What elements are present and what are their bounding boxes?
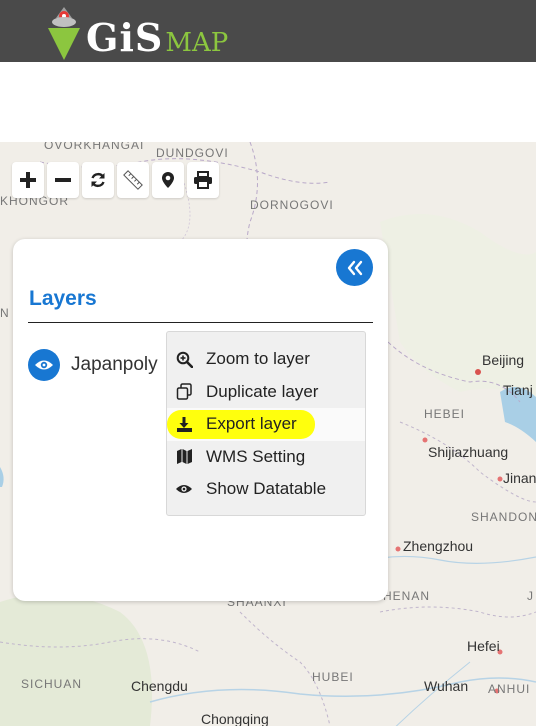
- menu-item-export-layer[interactable]: Export layer: [167, 408, 365, 441]
- menu-item-zoom-to-layer[interactable]: Zoom to layer: [167, 343, 365, 376]
- app-logo[interactable]: GiS MAP: [44, 0, 228, 62]
- menu-item-label: WMS Setting: [206, 446, 306, 466]
- eye-icon: [35, 360, 53, 370]
- layer-name[interactable]: Japanpoly: [71, 354, 158, 376]
- menu-item-duplicate-layer[interactable]: Duplicate layer: [167, 376, 365, 409]
- zoom-out-button[interactable]: [47, 162, 79, 198]
- map-label-shandong: SHANDON: [471, 510, 536, 524]
- refresh-button[interactable]: [82, 162, 114, 198]
- collapse-panel-button[interactable]: [336, 249, 373, 286]
- plus-icon: [20, 172, 36, 188]
- menu-item-label: Zoom to layer: [206, 349, 310, 369]
- map-label-anhui: ANHUI: [488, 682, 531, 696]
- locate-button[interactable]: [152, 162, 184, 198]
- map-label-henan: HENAN: [383, 589, 431, 603]
- map-label-hubei: HUBEI: [312, 670, 354, 684]
- print-icon: [194, 171, 212, 189]
- map-toolbar: [12, 162, 219, 198]
- map-label-chongqing: Chongqing: [201, 711, 269, 726]
- map-label-tianjin: Tianj: [503, 382, 533, 398]
- map-label-hebei: HEBEI: [424, 407, 466, 421]
- map-label-beijing: Beijing: [482, 352, 525, 368]
- menu-item-wms-setting[interactable]: WMS Setting: [167, 441, 365, 474]
- download-icon: [174, 414, 194, 434]
- layer-item[interactable]: Japanpoly: [28, 349, 158, 381]
- map-icon: [174, 447, 194, 467]
- map-label-shijiazhuang: Shijiazhuang: [428, 444, 509, 460]
- menu-item-show-datatable[interactable]: Show Datatable: [167, 473, 365, 506]
- logo-map-text: MAP: [165, 28, 229, 58]
- map-marker-icon: [162, 172, 174, 188]
- divider: [28, 322, 373, 323]
- map-label-edge-j: J: [527, 589, 534, 603]
- copy-icon: [174, 382, 194, 402]
- menu-item-label: Export layer: [206, 414, 297, 434]
- menu-item-label: Duplicate layer: [206, 381, 319, 401]
- header-spacer: [0, 62, 536, 142]
- zoom-in-button[interactable]: [12, 162, 44, 198]
- map-label-hefei: Hefei: [467, 638, 500, 654]
- layer-context-menu: Zoom to layer Duplicate layer Export lay…: [166, 331, 366, 516]
- measure-button[interactable]: [117, 162, 149, 198]
- map-label-chengdu: Chengdu: [131, 678, 188, 694]
- map-label-ovorkhangai: OVORKHANGAI: [44, 142, 145, 152]
- map-label-sichuan: SICHUAN: [21, 677, 83, 691]
- logo-gis-text: GiS: [86, 15, 164, 60]
- refresh-icon: [91, 172, 105, 188]
- eye-icon: [174, 479, 194, 499]
- map-label-jinan: Jinan: [503, 470, 536, 486]
- globe-pin-icon: [44, 4, 84, 62]
- map-label-wuhan: Wuhan: [424, 678, 469, 694]
- map-label-dundgovi: DUNDGOVI: [156, 146, 229, 160]
- app-header: GiS MAP: [0, 0, 536, 62]
- menu-item-label: Show Datatable: [206, 479, 327, 499]
- map-label-edge-n: N: [0, 306, 10, 320]
- double-chevron-left-icon: [347, 260, 362, 275]
- ruler-icon: [123, 170, 143, 190]
- zoom-in-icon: [174, 349, 194, 369]
- print-button[interactable]: [187, 162, 219, 198]
- map-label-zhengzhou: Zhengzhou: [403, 538, 474, 554]
- map-label-dornogovi: DORNOGOVI: [250, 198, 334, 212]
- layers-panel-title: Layers: [29, 287, 97, 310]
- minus-icon: [55, 178, 71, 182]
- layer-visibility-toggle[interactable]: [28, 349, 60, 381]
